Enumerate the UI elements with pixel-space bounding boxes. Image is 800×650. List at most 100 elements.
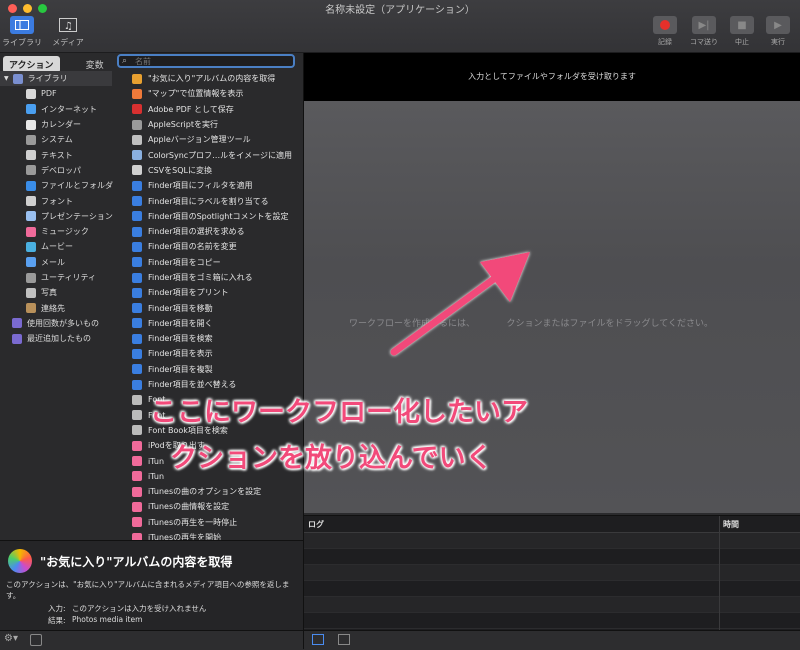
result-label: 結果: bbox=[48, 616, 66, 625]
action-item[interactable]: Finder項目を移動 bbox=[112, 300, 302, 315]
library-item[interactable]: ムービー bbox=[0, 239, 112, 254]
action-description: "お気に入り"アルバムの内容を取得 このアクションは、"お気に入り"アルバムに含… bbox=[0, 540, 303, 631]
action-item[interactable]: "マップ"で位置情報を表示 bbox=[112, 86, 302, 101]
library-item[interactable]: PDF bbox=[0, 86, 112, 101]
media-button[interactable]: ♫ メディア bbox=[46, 16, 90, 48]
action-label: Finder項目を並べ替える bbox=[148, 380, 237, 390]
library-item[interactable]: 使用回数が多いもの bbox=[0, 316, 112, 331]
action-label: Appleバージョン管理ツール bbox=[148, 135, 251, 145]
action-item[interactable]: iTunesの再生を一時停止 bbox=[112, 515, 302, 530]
library-item[interactable]: フォント bbox=[0, 193, 112, 208]
action-item[interactable]: Finder項目をプリント bbox=[112, 285, 302, 300]
action-item[interactable]: Finder項目の名前を変更 bbox=[112, 239, 302, 254]
action-item[interactable]: Finder項目を検索 bbox=[112, 331, 302, 346]
action-icon bbox=[132, 425, 142, 436]
library-item-label: ムービー bbox=[41, 242, 73, 252]
log-row bbox=[304, 597, 800, 613]
action-icon bbox=[132, 104, 142, 115]
action-item[interactable]: Finder項目にフィルタを適用 bbox=[112, 178, 302, 193]
action-icon bbox=[132, 440, 142, 451]
category-icon bbox=[26, 165, 36, 176]
library-item-label: ファイルとフォルダ bbox=[41, 181, 113, 191]
library-item-label: インターネット bbox=[41, 104, 97, 114]
category-icon bbox=[26, 241, 36, 252]
library-item[interactable]: メール bbox=[0, 255, 112, 270]
library-item-label: ミュージック bbox=[41, 227, 89, 237]
stop-label: 中止 bbox=[735, 38, 749, 46]
action-icon bbox=[132, 119, 142, 130]
action-item[interactable]: Finder項目の選択を求める bbox=[112, 224, 302, 239]
record-icon bbox=[653, 16, 677, 34]
library-item[interactable]: 写真 bbox=[0, 285, 112, 300]
action-label: Finder項目を複製 bbox=[148, 364, 213, 374]
library-item[interactable]: インターネット bbox=[0, 102, 112, 117]
workflow-header: 入力としてファイルやフォルダを受け取ります bbox=[304, 53, 800, 101]
library-item-label: デベロッパ bbox=[41, 165, 81, 175]
record-label: 記録 bbox=[658, 38, 672, 46]
action-item[interactable]: Finder項目を複製 bbox=[112, 362, 302, 377]
description-toggle-icon[interactable] bbox=[30, 634, 42, 646]
action-icon bbox=[132, 73, 142, 84]
action-icon bbox=[132, 333, 142, 344]
library-item[interactable]: デベロッパ bbox=[0, 163, 112, 178]
library-item[interactable]: ミュージック bbox=[0, 224, 112, 239]
run-button[interactable]: ▶ 実行 bbox=[762, 16, 794, 47]
category-icon bbox=[26, 303, 36, 314]
log-row bbox=[304, 613, 800, 629]
action-label: "お気に入り"アルバムの内容を取得 bbox=[148, 74, 276, 84]
library-item-label: 使用回数が多いもの bbox=[27, 318, 99, 328]
action-item[interactable]: "お気に入り"アルバムの内容を取得 bbox=[112, 71, 302, 86]
action-label: Finder項目にフィルタを適用 bbox=[148, 181, 253, 191]
run-icon: ▶ bbox=[766, 16, 790, 34]
time-column[interactable]: 時間 bbox=[719, 516, 743, 532]
action-item[interactable]: Finder項目にラベルを割り当てる bbox=[112, 193, 302, 208]
library-root[interactable]: ▼ ライブラリ bbox=[0, 71, 112, 87]
title-bar: 名称未設定（アプリケーション） ライブラリ ♫ メディア 記録 ▶| コマ送り … bbox=[0, 0, 800, 53]
gear-icon[interactable]: ⚙▾ bbox=[4, 633, 18, 644]
category-icon bbox=[12, 318, 22, 329]
record-button[interactable]: 記録 bbox=[649, 16, 681, 47]
log-row bbox=[304, 533, 800, 549]
action-item[interactable]: Finder項目をコピー bbox=[112, 255, 302, 270]
action-item[interactable]: iTunesの曲情報を設定 bbox=[112, 499, 302, 514]
action-item[interactable]: Adobe PDF として保存 bbox=[112, 102, 302, 117]
action-item[interactable]: Finder項目を表示 bbox=[112, 346, 302, 361]
library-item[interactable]: 連絡先 bbox=[0, 300, 112, 315]
action-item[interactable]: Finder項目をゴミ箱に入れる bbox=[112, 270, 302, 285]
log-view-icon[interactable] bbox=[338, 634, 350, 645]
workflow-panel: 入力としてファイルやフォルダを受け取ります ワークフローを作成するには、 クショ… bbox=[304, 53, 800, 650]
action-item[interactable]: AppleScriptを実行 bbox=[112, 117, 302, 132]
action-label: Adobe PDF として保存 bbox=[148, 104, 234, 114]
action-item[interactable]: Finder項目のSpotlightコメントを設定 bbox=[112, 209, 302, 224]
category-icon bbox=[26, 272, 36, 283]
log-divider bbox=[719, 516, 720, 631]
log-column[interactable]: ログ bbox=[304, 516, 719, 532]
disclosure-icon[interactable]: ▼ bbox=[4, 75, 9, 82]
library-item[interactable]: プレゼンテーション bbox=[0, 209, 113, 224]
description-title: "お気に入り"アルバムの内容を取得 bbox=[40, 555, 233, 569]
log-panel: ログ 時間 bbox=[304, 515, 800, 631]
library-item[interactable]: テキスト bbox=[0, 147, 112, 162]
action-item[interactable]: iTunesの曲のオプションを設定 bbox=[112, 484, 302, 499]
step-button[interactable]: ▶| コマ送り bbox=[688, 16, 720, 47]
action-label: Finder項目をプリント bbox=[148, 288, 229, 298]
search-input[interactable]: ⌕ 名前 bbox=[117, 54, 295, 68]
library-button[interactable]: ライブラリ bbox=[0, 16, 44, 48]
action-icon bbox=[132, 241, 142, 252]
library-item[interactable]: システム bbox=[0, 132, 112, 147]
library-item[interactable]: ファイルとフォルダ bbox=[0, 178, 113, 193]
library-item[interactable]: 最近追加したもの bbox=[0, 331, 112, 346]
action-icon bbox=[132, 165, 142, 176]
library-item[interactable]: カレンダー bbox=[0, 117, 112, 132]
stop-button[interactable]: ■ 中止 bbox=[726, 16, 758, 47]
action-item[interactable]: ColorSyncプロフ…ルをイメージに適用 bbox=[112, 147, 302, 162]
action-item[interactable]: CSVをSQLに変換 bbox=[112, 163, 302, 178]
search-placeholder: 名前 bbox=[135, 57, 151, 66]
category-icon bbox=[26, 211, 36, 222]
library-item[interactable]: ユーティリティ bbox=[0, 270, 112, 285]
action-item[interactable]: Appleバージョン管理ツール bbox=[112, 132, 302, 147]
annotation-line-2: クションを放り込んでいく bbox=[170, 443, 493, 474]
list-view-icon[interactable] bbox=[312, 634, 324, 645]
action-item[interactable]: Finder項目を開く bbox=[112, 316, 302, 331]
action-label: Finder項目をゴミ箱に入れる bbox=[148, 273, 253, 282]
